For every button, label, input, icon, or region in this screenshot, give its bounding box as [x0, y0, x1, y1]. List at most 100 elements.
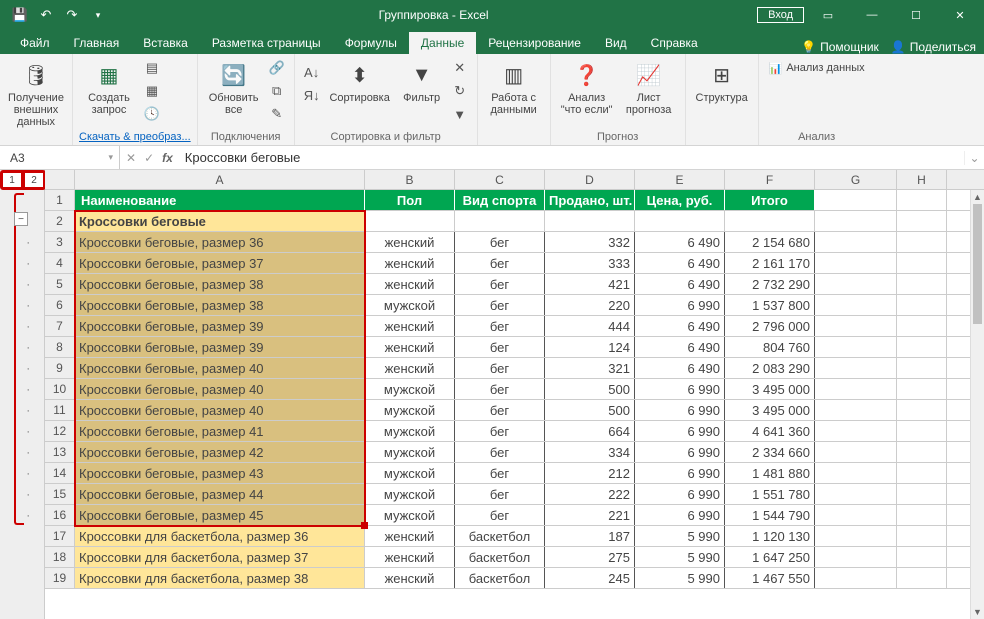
col-header-G[interactable]: G: [815, 170, 897, 189]
cell[interactable]: [897, 295, 947, 315]
cell[interactable]: баскетбол: [455, 547, 545, 567]
cell[interactable]: 6 490: [635, 316, 725, 336]
cell[interactable]: женский: [365, 337, 455, 357]
cell[interactable]: 1 467 550: [725, 568, 815, 588]
cell[interactable]: бег: [455, 316, 545, 336]
cell[interactable]: 1 647 250: [725, 547, 815, 567]
cell[interactable]: [897, 358, 947, 378]
row-header[interactable]: 8: [45, 337, 75, 357]
cell[interactable]: 1 551 780: [725, 484, 815, 504]
cell[interactable]: 187: [545, 526, 635, 546]
cell[interactable]: 1 481 880: [725, 463, 815, 483]
cell[interactable]: мужской: [365, 295, 455, 315]
row-header[interactable]: 4: [45, 253, 75, 273]
cell[interactable]: 2 161 170: [725, 253, 815, 273]
refresh-all-button[interactable]: 🔄 Обновить все: [204, 58, 264, 116]
cell[interactable]: 1 537 800: [725, 295, 815, 315]
col-header-H[interactable]: H: [897, 170, 947, 189]
cell[interactable]: [897, 190, 947, 210]
cell[interactable]: женский: [365, 253, 455, 273]
cell[interactable]: [897, 316, 947, 336]
cell[interactable]: женский: [365, 316, 455, 336]
cell[interactable]: бег: [455, 463, 545, 483]
recent-sources-icon[interactable]: 🕓: [141, 104, 163, 124]
col-header-C[interactable]: C: [455, 170, 545, 189]
cell[interactable]: 421: [545, 274, 635, 294]
cell[interactable]: [815, 316, 897, 336]
cell[interactable]: 245: [545, 568, 635, 588]
cell[interactable]: [815, 526, 897, 546]
outline-button[interactable]: ⊞ Структура: [692, 58, 752, 104]
row-header[interactable]: 15: [45, 484, 75, 504]
cell[interactable]: 222: [545, 484, 635, 504]
cell[interactable]: мужской: [365, 400, 455, 420]
close-icon[interactable]: ✕: [940, 0, 980, 30]
cell[interactable]: мужской: [365, 442, 455, 462]
row-header[interactable]: 11: [45, 400, 75, 420]
row-header[interactable]: 1: [45, 190, 75, 210]
cell[interactable]: мужской: [365, 421, 455, 441]
scroll-down-icon[interactable]: ▼: [971, 605, 984, 619]
cell[interactable]: 6 490: [635, 337, 725, 357]
cell[interactable]: бег: [455, 337, 545, 357]
tab-insert[interactable]: Вставка: [131, 32, 200, 54]
cell[interactable]: [815, 211, 897, 231]
cell[interactable]: 3 495 000: [725, 400, 815, 420]
cell[interactable]: 500: [545, 379, 635, 399]
cell[interactable]: 6 990: [635, 379, 725, 399]
cell[interactable]: Кроссовки для баскетбола, размер 36: [75, 526, 365, 546]
maximize-icon[interactable]: ☐: [896, 0, 936, 30]
cell[interactable]: мужской: [365, 505, 455, 525]
cell[interactable]: Кроссовки беговые, размер 38: [75, 274, 365, 294]
cell[interactable]: [815, 547, 897, 567]
cell[interactable]: женский: [365, 568, 455, 588]
minimize-icon[interactable]: —: [852, 0, 892, 30]
cell[interactable]: 4 641 360: [725, 421, 815, 441]
cell[interactable]: женский: [365, 358, 455, 378]
login-button[interactable]: Вход: [757, 7, 804, 23]
cell[interactable]: 6 990: [635, 295, 725, 315]
cell[interactable]: 6 490: [635, 232, 725, 252]
cell[interactable]: [815, 505, 897, 525]
cell[interactable]: бег: [455, 253, 545, 273]
cell[interactable]: Кроссовки беговые, размер 41: [75, 421, 365, 441]
cell[interactable]: [897, 337, 947, 357]
cell[interactable]: [635, 211, 725, 231]
cell[interactable]: [897, 505, 947, 525]
cell[interactable]: бег: [455, 232, 545, 252]
cell[interactable]: бег: [455, 295, 545, 315]
cell[interactable]: 6 490: [635, 358, 725, 378]
cell[interactable]: баскетбол: [455, 526, 545, 546]
cell[interactable]: [815, 337, 897, 357]
cell[interactable]: 332: [545, 232, 635, 252]
cell[interactable]: 500: [545, 400, 635, 420]
cell[interactable]: 5 990: [635, 568, 725, 588]
cell[interactable]: Кроссовки беговые, размер 43: [75, 463, 365, 483]
scroll-up-icon[interactable]: ▲: [971, 190, 984, 204]
advanced-filter-icon[interactable]: ▼: [449, 104, 471, 124]
cell[interactable]: [897, 484, 947, 504]
reapply-icon[interactable]: ↻: [449, 81, 471, 101]
row-header[interactable]: 6: [45, 295, 75, 315]
cell[interactable]: [815, 190, 897, 210]
cell[interactable]: 220: [545, 295, 635, 315]
cell[interactable]: [897, 568, 947, 588]
cancel-formula-icon[interactable]: ✕: [126, 151, 136, 165]
scroll-thumb[interactable]: [973, 204, 982, 324]
cell[interactable]: 2 796 000: [725, 316, 815, 336]
cell[interactable]: 2 732 290: [725, 274, 815, 294]
cell[interactable]: [815, 484, 897, 504]
row-header[interactable]: 7: [45, 316, 75, 336]
cell[interactable]: 1 120 130: [725, 526, 815, 546]
cell[interactable]: бег: [455, 274, 545, 294]
col-header-D[interactable]: D: [545, 170, 635, 189]
cell[interactable]: Кроссовки беговые, размер 38: [75, 295, 365, 315]
cell[interactable]: 6 990: [635, 484, 725, 504]
cell[interactable]: бег: [455, 358, 545, 378]
cell[interactable]: [815, 421, 897, 441]
cell[interactable]: Продано, шт.: [545, 190, 635, 210]
edit-links-icon[interactable]: ✎: [266, 104, 288, 124]
cell[interactable]: бег: [455, 421, 545, 441]
cell[interactable]: 5 990: [635, 547, 725, 567]
col-header-E[interactable]: E: [635, 170, 725, 189]
